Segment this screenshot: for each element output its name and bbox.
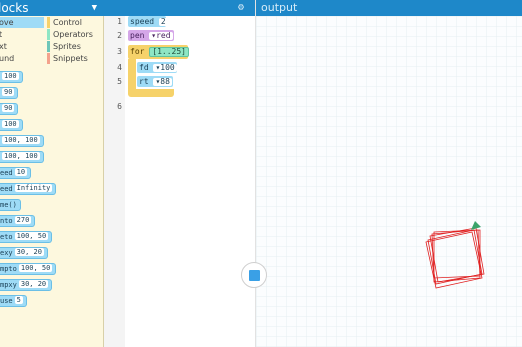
fd-value[interactable]: ▾100 (153, 64, 177, 72)
gear-icon[interactable]: ⚙ (238, 1, 244, 15)
palette-block-pause[interactable]: use 5 (0, 295, 27, 307)
output-canvas[interactable] (256, 16, 522, 347)
editor-toolbar (104, 0, 255, 16)
stop-square-icon (249, 270, 260, 281)
palette-block-jumpto[interactable]: mpto 100, 50 (0, 263, 57, 275)
palette-block-home[interactable]: me() (0, 199, 21, 211)
line-number: 2 (117, 31, 122, 40)
category-operators[interactable]: Operators (47, 29, 103, 40)
palette-block-rt-arc[interactable]: 100, 100 (0, 135, 44, 147)
rt-value[interactable]: ▾88 (153, 78, 172, 86)
palette-header: locks ▼ (0, 0, 104, 16)
palette-block-lt-arc[interactable]: 100, 100 (0, 151, 44, 163)
triangle-down-icon[interactable]: ▼ (92, 1, 97, 15)
category-motion[interactable]: ove (0, 17, 44, 28)
palette-block-jumpxy[interactable]: mpxy 30, 20 (0, 279, 53, 291)
palette-block-turnto[interactable]: nto 270 (0, 215, 36, 227)
line-number: 4 (117, 63, 122, 72)
category-swatch (47, 29, 50, 40)
line-number: 6 (117, 102, 122, 111)
palette-block-rt[interactable]: 90 (0, 87, 19, 99)
line-number: 1 (117, 17, 122, 26)
code-block-for[interactable]: for [1..25] (128, 45, 189, 59)
line-number: 3 (117, 47, 122, 56)
line-number-gutter: 1 2 3 4 5 6 (104, 16, 125, 347)
for-range[interactable]: [1..25] (149, 47, 189, 57)
palette-block-lt[interactable]: 90 (0, 103, 19, 115)
category-snippets[interactable]: Snippets (47, 53, 103, 64)
category-swatch (47, 53, 50, 64)
stop-button[interactable] (241, 262, 267, 288)
code-editor[interactable]: ⚙ 1 2 3 4 5 6 speed 2 pen ▾red for [1..2… (104, 0, 256, 347)
output-header: output (256, 0, 522, 16)
line-number: 5 (117, 77, 122, 86)
palette-block-fd[interactable]: 100 (0, 71, 23, 83)
category-pen[interactable]: t (0, 29, 44, 40)
palette-block-moveto[interactable]: eto 100, 50 (0, 231, 53, 243)
palette-block-bk[interactable]: 100 (0, 119, 23, 131)
pen-color-dropdown[interactable]: ▾red (149, 32, 173, 40)
for-loop-bracket (128, 59, 136, 89)
category-text[interactable]: xt (0, 41, 44, 52)
palette-block-speed-infinity[interactable]: eed Infinity (0, 183, 57, 195)
speed-value[interactable]: 2 (158, 18, 168, 26)
output-title: output (261, 1, 298, 14)
code-block-fd[interactable]: fd ▾100 (137, 62, 177, 73)
code-block-rt[interactable]: rt ▾88 (137, 76, 173, 87)
code-block-pen[interactable]: pen ▾red (128, 30, 174, 41)
category-sound[interactable]: und (0, 53, 44, 64)
palette-block-movexy[interactable]: exy 30, 20 (0, 247, 48, 259)
block-palette: ove t xt und Control Operators Sprites S… (0, 16, 104, 347)
category-swatch (47, 41, 50, 52)
category-control[interactable]: Control (47, 17, 103, 28)
for-loop-end (128, 89, 174, 97)
category-swatch (47, 17, 50, 28)
code-block-speed[interactable]: speed 2 (128, 16, 168, 27)
palette-title: locks (0, 1, 29, 15)
category-sprites[interactable]: Sprites (47, 41, 103, 52)
palette-block-speed[interactable]: eed 10 (0, 167, 32, 179)
